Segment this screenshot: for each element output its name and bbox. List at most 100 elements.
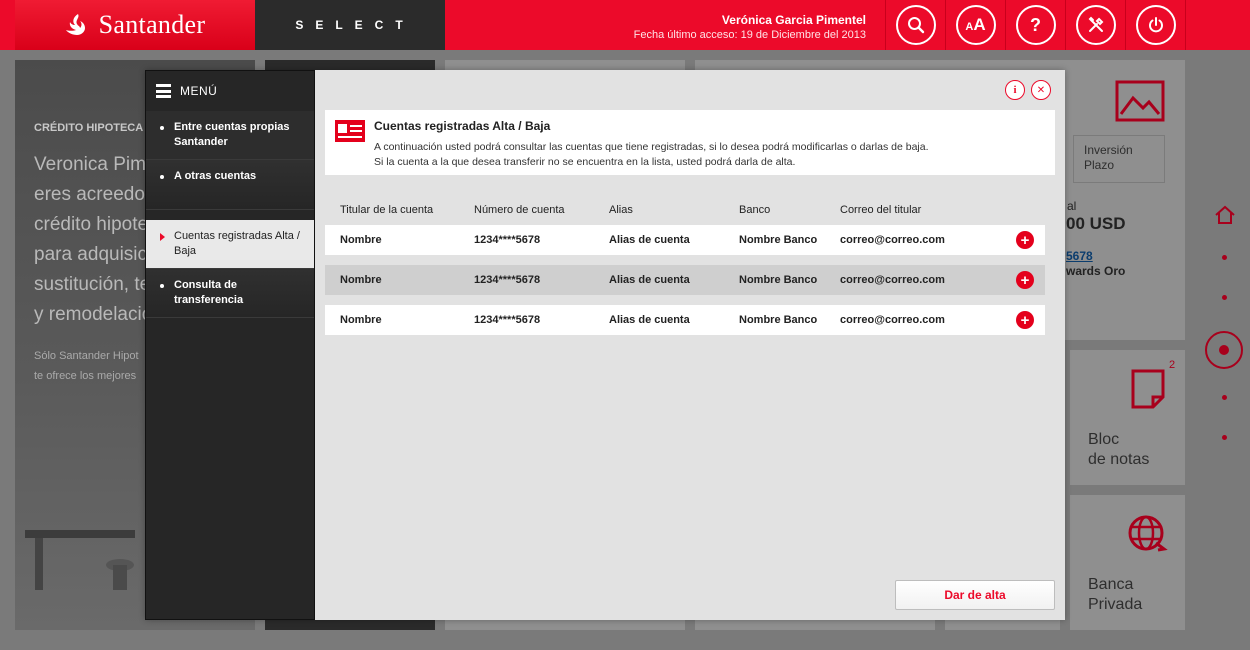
- table-header: Titular de la cuenta Número de cuenta Al…: [325, 204, 1045, 218]
- page-dot[interactable]: [1222, 295, 1227, 300]
- promo-line: y remodelació: [34, 304, 153, 325]
- menu-title: MENÚ: [180, 84, 218, 98]
- table-row[interactable]: Nombre 1234****5678 Alias de cuenta Nomb…: [325, 225, 1045, 255]
- power-icon: [1148, 17, 1163, 33]
- balance-label-fragment: al: [1067, 199, 1077, 213]
- cell-bank: Nombre Banco: [739, 274, 818, 286]
- menu-item-label: Entre cuentas propias Santander: [174, 121, 290, 148]
- promo-line: para adquisici: [34, 244, 152, 265]
- menu-item-own-accounts[interactable]: Entre cuentas propias Santander: [146, 111, 314, 160]
- bullet-icon: [160, 175, 164, 179]
- tile-label: Bloc de notas: [1088, 431, 1150, 468]
- notepad-badge: 2: [1169, 359, 1176, 371]
- cell-bank: Nombre Banco: [739, 234, 818, 246]
- cell-alias: Alias de cuenta: [609, 234, 690, 246]
- expand-row-icon[interactable]: +: [1016, 231, 1034, 249]
- promo-line: crédito hipotec: [34, 214, 158, 235]
- expand-row-icon[interactable]: +: [1016, 311, 1034, 329]
- cell-email: correo@correo.com: [840, 234, 945, 246]
- cell-bank: Nombre Banco: [739, 314, 818, 326]
- menu-item-label: Consulta de transferencia: [174, 279, 244, 306]
- column-header: Titular de la cuenta: [340, 204, 434, 216]
- help-button[interactable]: ?: [1005, 0, 1065, 50]
- column-header: Número de cuenta: [474, 204, 565, 216]
- furniture-image: [25, 530, 135, 590]
- promo-small-text: Sólo Santander Hipot: [34, 350, 139, 362]
- id-card-icon: [335, 120, 365, 142]
- promo-line: Veronica Pime: [34, 154, 157, 175]
- promo-category: CRÉDITO HIPOTECA: [34, 122, 144, 134]
- search-button[interactable]: [885, 0, 945, 50]
- table-row[interactable]: Nombre 1234****5678 Alias de cuenta Nomb…: [325, 305, 1045, 335]
- hamburger-icon: [156, 84, 171, 98]
- modal-content: i ✕ Cuentas registradas Alta / Baja A co…: [315, 70, 1065, 620]
- santander-logo[interactable]: Santander: [15, 0, 255, 50]
- select-label: SELECT: [255, 0, 445, 50]
- promo-small-text: te ofrece los mejores: [34, 370, 137, 382]
- promo-line: sustitución, te: [34, 274, 151, 295]
- info-line: A continuación usted podrá consultar las…: [374, 141, 929, 153]
- cell-email: correo@correo.com: [840, 274, 945, 286]
- menu-item-registered-accounts[interactable]: Cuentas registradas Alta / Baja: [146, 220, 314, 269]
- notepad-icon: [1131, 369, 1165, 409]
- menu-spacer: [146, 210, 314, 220]
- cell-account-number: 1234****5678: [474, 234, 541, 246]
- info-icon[interactable]: i: [1005, 80, 1025, 100]
- account-link: 5678: [1066, 249, 1093, 263]
- bullet-icon: [160, 126, 164, 130]
- table-row[interactable]: Nombre 1234****5678 Alias de cuenta Nomb…: [325, 265, 1045, 295]
- cell-holder: Nombre: [340, 234, 382, 246]
- close-icon[interactable]: ✕: [1031, 80, 1051, 100]
- menu-item-label: Cuentas registradas Alta / Baja: [174, 230, 300, 257]
- promo-line: eres acreedor: [34, 184, 152, 205]
- info-line: Si la cuenta a la que desea transferir n…: [374, 156, 796, 168]
- active-arrow-icon: [160, 233, 165, 241]
- search-icon: [907, 17, 924, 34]
- font-size-icon: AA: [965, 15, 986, 34]
- info-title: Cuentas registradas Alta / Baja: [374, 119, 551, 133]
- investment-tab: Inversión Plazo: [1073, 135, 1165, 183]
- private-banking-tile: Banca Privada: [1070, 495, 1185, 630]
- expand-row-icon[interactable]: +: [1016, 271, 1034, 289]
- cell-alias: Alias de cuenta: [609, 274, 690, 286]
- transfers-modal: MENÚ Entre cuentas propias Santander A o…: [145, 70, 1065, 620]
- menu-header[interactable]: MENÚ: [146, 71, 314, 111]
- tile-label: Banca Privada: [1088, 576, 1143, 613]
- menu-item-transfer-status[interactable]: Consulta de transferencia: [146, 269, 314, 318]
- user-info: Verónica Garcia Pimentel Fecha último ac…: [634, 13, 866, 41]
- info-panel: Cuentas registradas Alta / Baja A contin…: [325, 110, 1055, 175]
- home-icon[interactable]: [1214, 205, 1236, 225]
- cell-alias: Alias de cuenta: [609, 314, 690, 326]
- globe-icon: [1128, 515, 1168, 552]
- cell-account-number: 1234****5678: [474, 274, 541, 286]
- cell-holder: Nombre: [340, 314, 382, 326]
- cell-holder: Nombre: [340, 274, 382, 286]
- tools-button[interactable]: [1065, 0, 1125, 50]
- logo-text: Santander: [98, 10, 206, 39]
- add-account-button[interactable]: Dar de alta: [895, 580, 1055, 610]
- tools-icon: [1088, 16, 1103, 32]
- last-access: Fecha último acceso: 19 de Diciembre del…: [633, 29, 866, 41]
- bullet-icon: [160, 284, 164, 288]
- user-name: Verónica Garcia Pimentel: [721, 13, 866, 27]
- page-dot[interactable]: [1222, 395, 1227, 400]
- header-spacer: [1185, 0, 1250, 50]
- image-icon: [1115, 80, 1165, 122]
- menu-item-label: A otras cuentas: [174, 170, 257, 182]
- help-icon: ?: [1030, 14, 1041, 35]
- cell-email: correo@correo.com: [840, 314, 945, 326]
- column-header: Banco: [739, 204, 771, 216]
- menu-item-other-accounts[interactable]: A otras cuentas: [146, 160, 314, 210]
- column-header: Correo del titular: [840, 204, 922, 216]
- cell-account-number: 1234****5678: [474, 314, 541, 326]
- column-header: Alias: [609, 204, 633, 216]
- top-header: Santander SELECT Verónica Garcia Pimente…: [0, 0, 1250, 50]
- logout-button[interactable]: [1125, 0, 1185, 50]
- page-dot-active[interactable]: [1205, 331, 1243, 369]
- balance-amount: 00 USD: [1066, 214, 1126, 233]
- page-dot[interactable]: [1222, 435, 1227, 440]
- modal-controls: i ✕: [1005, 80, 1051, 100]
- modal-menu: MENÚ Entre cuentas propias Santander A o…: [145, 70, 315, 620]
- font-size-button[interactable]: AA: [945, 0, 1005, 50]
- page-dot[interactable]: [1222, 255, 1227, 260]
